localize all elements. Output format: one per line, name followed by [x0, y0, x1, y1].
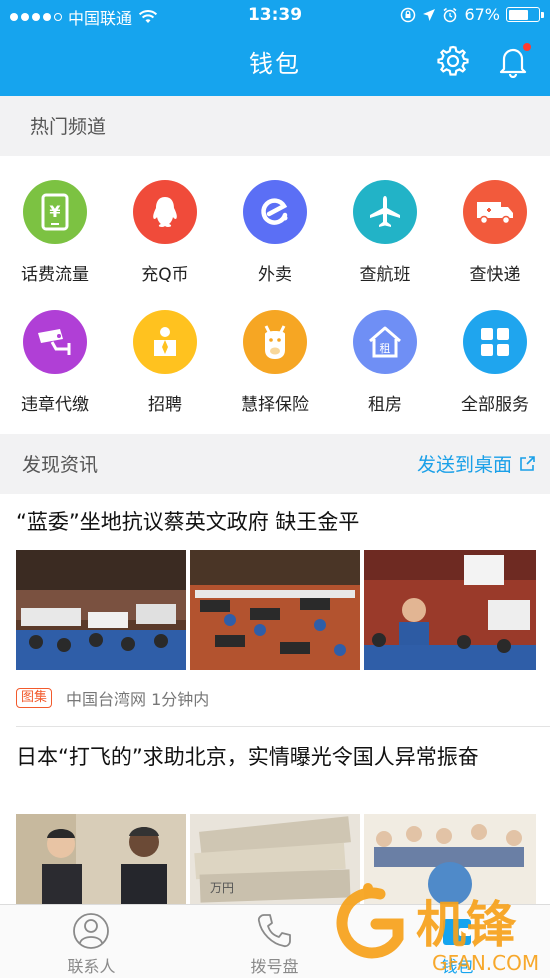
svg-text:万円: 万円: [210, 881, 234, 895]
status-right: 67%: [400, 5, 544, 24]
channel-qcoin[interactable]: 充Q币: [110, 156, 220, 285]
channel-label: 查快递: [469, 265, 521, 285]
job-icon: [133, 310, 197, 374]
phone-icon: [257, 914, 291, 948]
header: 中国联通 13:39 67% 钱包: [0, 0, 550, 96]
wallet-icon: [443, 919, 471, 945]
tab-label: 钱包: [441, 957, 474, 976]
channel-all-services[interactable]: 全部服务: [440, 286, 550, 415]
phone-bill-icon: ¥: [23, 180, 87, 244]
settings-button[interactable]: [436, 44, 470, 78]
battery-percent: 67%: [464, 5, 500, 24]
alarm-icon: [443, 7, 457, 22]
article-photo[interactable]: [16, 814, 186, 904]
divider: [16, 726, 550, 727]
article-photo[interactable]: [16, 550, 186, 670]
delivery-truck-icon: [463, 180, 527, 244]
tab-label: 拨号盘: [250, 957, 299, 976]
traffic-camera-icon: [23, 310, 87, 374]
rent-house-icon: 租: [353, 310, 417, 374]
channel-label: 查航班: [359, 265, 411, 285]
notification-badge: [522, 42, 532, 52]
channel-grid: ¥ 话费流量 充Q币 外卖 查航班 查快递 违章代缴 招聘 慧择保险 租 租房 …: [0, 156, 550, 434]
channel-traffic-fines[interactable]: 违章代缴: [0, 286, 110, 415]
article-headline[interactable]: 日本“打飞的”求助北京，实情曝光令国人异常振奋: [16, 740, 536, 774]
article-photo[interactable]: [364, 550, 536, 670]
gallery-tag: 图集: [16, 688, 53, 708]
discover-header: 发现资讯 发送到桌面: [0, 434, 550, 494]
channel-takeout[interactable]: 外卖: [220, 156, 330, 285]
rotation-lock-icon: [401, 7, 416, 22]
channel-jobs[interactable]: 招聘: [110, 286, 220, 415]
tab-bar: 联系人 拨号盘 钱包: [0, 904, 550, 978]
tab-contacts[interactable]: 联系人: [0, 905, 183, 978]
channel-flights[interactable]: 查航班: [330, 156, 440, 285]
channel-label: 全部服务: [461, 395, 529, 415]
insurance-horse-icon: [243, 310, 307, 374]
send-to-desktop-label: 发送到桌面: [416, 454, 512, 476]
all-services-icon: [463, 310, 527, 374]
tab-dialpad[interactable]: 拨号盘: [183, 905, 366, 978]
hot-channels-header: 热门频道: [0, 96, 550, 156]
tab-label: 联系人: [67, 957, 116, 976]
channel-delivery[interactable]: 查快递: [440, 156, 550, 285]
external-link-icon: [520, 455, 535, 471]
screen: 中国联通 13:39 67% 钱包 热门频道 ¥ 话费流量 充Q币 外卖 查航班…: [0, 0, 550, 978]
channel-label: 招聘: [148, 395, 182, 415]
article-photo[interactable]: 万円: [190, 814, 360, 904]
channel-label: 租房: [368, 395, 402, 415]
contacts-icon: [73, 913, 109, 949]
article-headline[interactable]: “蓝委”坐地抗议蔡英文政府 缺王金平: [16, 506, 536, 538]
gear-icon: [437, 45, 469, 76]
notification-button[interactable]: [496, 42, 532, 79]
location-icon: [423, 8, 436, 21]
discover-label: 发现资讯: [22, 454, 99, 476]
channel-label: 外卖: [258, 265, 292, 285]
channel-label: 慧择保险: [241, 395, 309, 415]
channel-label: 充Q币: [141, 265, 189, 285]
status-bar: 中国联通 13:39 67%: [0, 0, 550, 32]
svg-text:租: 租: [380, 342, 391, 355]
article-source: 中国台湾网 1分钟内: [66, 690, 210, 709]
battery-level: [508, 9, 528, 20]
qq-penguin-icon: [133, 180, 197, 244]
channel-phone-bill[interactable]: ¥ 话费流量: [0, 156, 110, 285]
article-meta: 图集 中国台湾网 1分钟内: [16, 686, 209, 710]
channel-insurance[interactable]: 慧择保险: [220, 286, 330, 415]
eleme-icon: [243, 180, 307, 244]
tab-wallet[interactable]: 钱包: [366, 905, 550, 978]
channel-rent[interactable]: 租 租房: [330, 286, 440, 415]
channel-label: 话费流量: [21, 265, 89, 285]
airplane-icon: [353, 180, 417, 244]
article-photo[interactable]: [364, 814, 536, 904]
send-to-desktop-button[interactable]: 发送到桌面: [417, 450, 536, 477]
battery-icon: [506, 7, 544, 22]
svg-text:¥: ¥: [49, 202, 60, 221]
article-photo[interactable]: [190, 550, 360, 670]
channel-label: 违章代缴: [21, 395, 89, 415]
hot-channels-label: 热门频道: [30, 116, 107, 138]
